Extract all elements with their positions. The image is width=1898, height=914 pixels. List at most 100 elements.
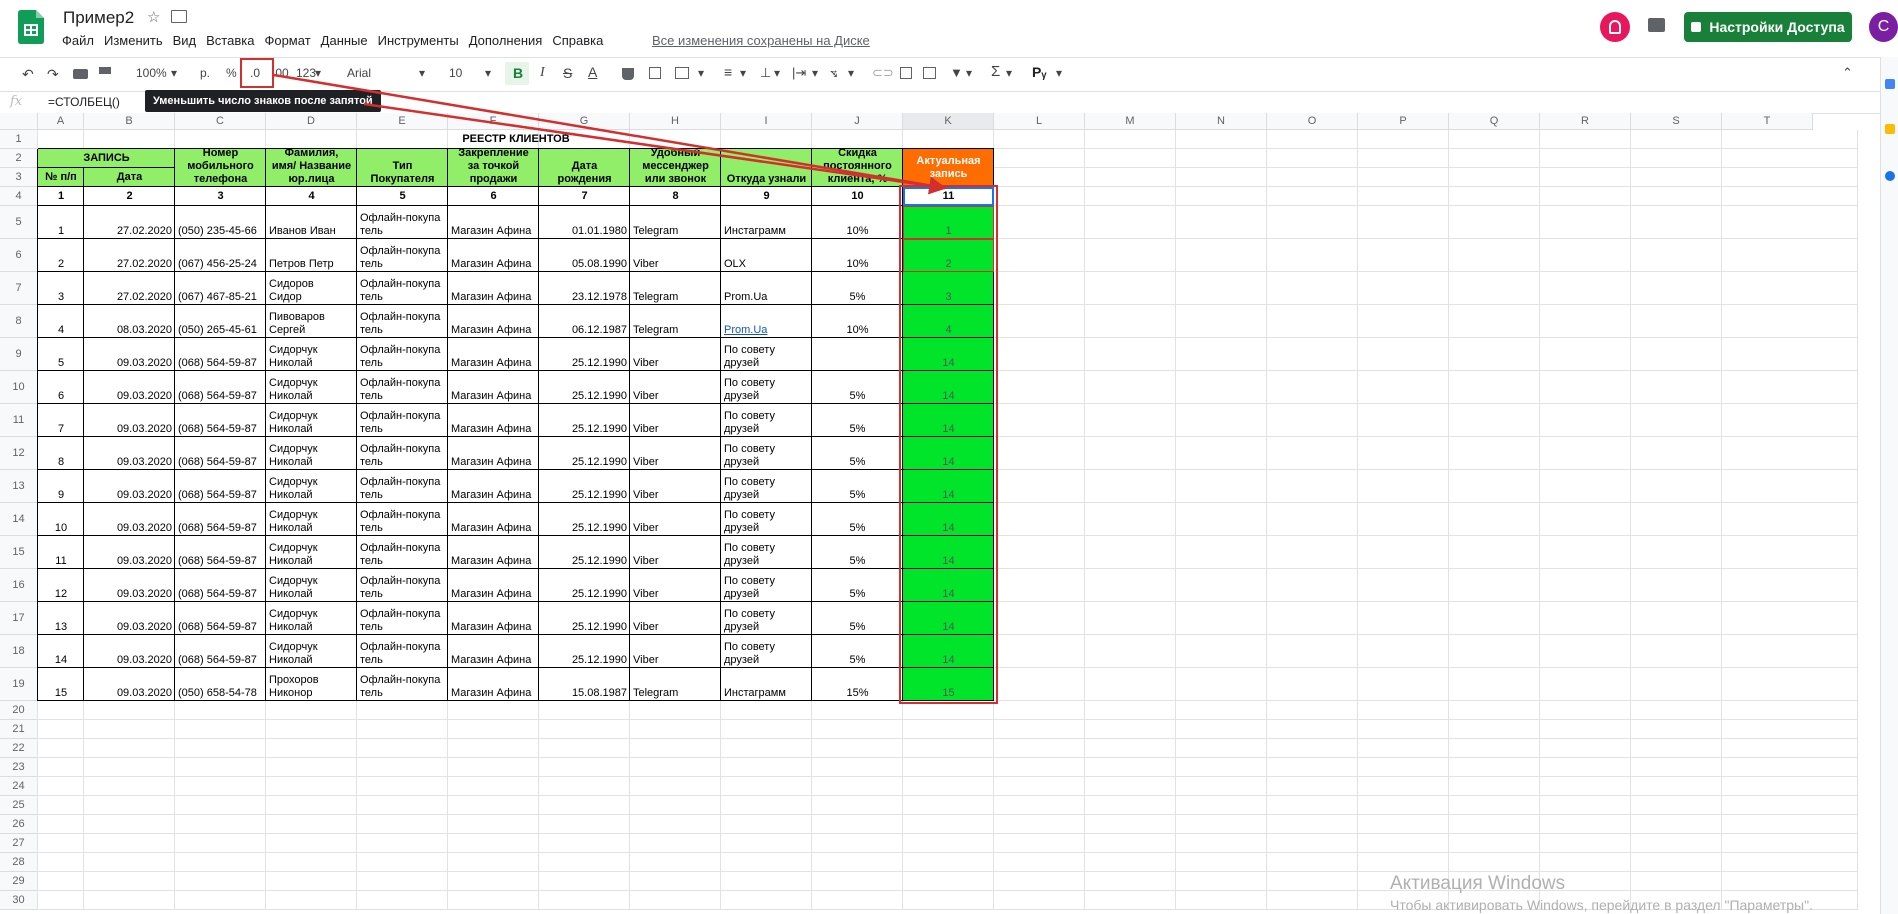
row-header-18[interactable]: 18 bbox=[0, 635, 38, 668]
cell-store[interactable]: Магазин Афина bbox=[448, 470, 539, 503]
cell-type[interactable]: Офлайн-покупа тель bbox=[357, 503, 448, 536]
column-header-i[interactable]: I bbox=[721, 113, 812, 130]
cell-messenger[interactable]: Viber bbox=[630, 602, 721, 635]
column-header-m[interactable]: M bbox=[1085, 113, 1176, 130]
row-header-21[interactable]: 21 bbox=[0, 720, 38, 739]
cell-date[interactable]: 09.03.2020 bbox=[84, 569, 175, 602]
cell-num[interactable]: 3 bbox=[38, 272, 84, 305]
link-icon[interactable]: ⊂⊃ bbox=[872, 65, 894, 81]
cell-phone[interactable]: (050) 235-45-66 bbox=[175, 206, 266, 239]
cell-discount[interactable]: 5% bbox=[812, 503, 903, 536]
row-header-3[interactable]: 3 bbox=[0, 168, 38, 187]
cell-type[interactable]: Офлайн-покупа тель bbox=[357, 536, 448, 569]
column-header-h[interactable]: H bbox=[630, 113, 721, 130]
menu-data[interactable]: Данные bbox=[321, 33, 368, 48]
text-rotate-icon[interactable]: ⦪ bbox=[830, 65, 837, 81]
row-header-17[interactable]: 17 bbox=[0, 602, 38, 635]
row-header-23[interactable]: 23 bbox=[0, 758, 38, 777]
cell-source[interactable]: По совету друзей bbox=[721, 635, 812, 668]
redo-icon[interactable]: ↷ bbox=[47, 66, 59, 83]
header-birth[interactable]: Дата рождения bbox=[539, 149, 630, 187]
cell-store[interactable]: Магазин Афина bbox=[448, 536, 539, 569]
cell-num[interactable]: 6 bbox=[38, 371, 84, 404]
cell-name[interactable]: Сидоров Сидор bbox=[266, 272, 357, 305]
cell-discount[interactable]: 5% bbox=[812, 437, 903, 470]
column-header-b[interactable]: B bbox=[84, 113, 175, 130]
row-header-30[interactable]: 30 bbox=[0, 891, 38, 910]
cell-name[interactable]: Сидорчук Николай bbox=[266, 536, 357, 569]
column-number[interactable]: 5 bbox=[357, 187, 448, 206]
cell-messenger[interactable]: Viber bbox=[630, 371, 721, 404]
column-header-c[interactable]: C bbox=[175, 113, 266, 130]
keep-icon[interactable] bbox=[1885, 124, 1895, 134]
cell-birth[interactable]: 25.12.1990 bbox=[539, 338, 630, 371]
functions-icon[interactable]: Σ bbox=[991, 63, 1000, 80]
header-phone[interactable]: Номер мобильного телефона bbox=[175, 149, 266, 187]
cell-date[interactable]: 09.03.2020 bbox=[84, 536, 175, 569]
cell-type[interactable]: Офлайн-покупа тель bbox=[357, 635, 448, 668]
header-record[interactable]: ЗАПИСЬ bbox=[38, 149, 175, 168]
cell-type[interactable]: Офлайн-покупа тель bbox=[357, 239, 448, 272]
cell-phone[interactable]: (068) 564-59-87 bbox=[175, 371, 266, 404]
cell-discount[interactable]: 10% bbox=[812, 239, 903, 272]
cell-discount[interactable]: 15% bbox=[812, 668, 903, 701]
cell-source[interactable]: По совету друзей bbox=[721, 404, 812, 437]
cell-type[interactable]: Офлайн-покупа тель bbox=[357, 404, 448, 437]
filter-icon[interactable]: ▼ bbox=[950, 65, 963, 80]
cell-date[interactable]: 27.02.2020 bbox=[84, 206, 175, 239]
menu-edit[interactable]: Изменить bbox=[104, 33, 163, 48]
cell-store[interactable]: Магазин Афина bbox=[448, 503, 539, 536]
cell-num[interactable]: 12 bbox=[38, 569, 84, 602]
column-header-l[interactable]: L bbox=[994, 113, 1085, 130]
column-number[interactable]: 1 bbox=[38, 187, 84, 206]
column-header-s[interactable]: S bbox=[1631, 113, 1722, 130]
cell-messenger[interactable]: Telegram bbox=[630, 206, 721, 239]
cell-discount[interactable]: 10% bbox=[812, 206, 903, 239]
cell-num[interactable]: 11 bbox=[38, 536, 84, 569]
cell-phone[interactable]: (068) 564-59-87 bbox=[175, 470, 266, 503]
menu-file[interactable]: Файл bbox=[62, 33, 94, 48]
cell-source[interactable]: По совету друзей bbox=[721, 602, 812, 635]
cell-messenger[interactable]: Telegram bbox=[630, 272, 721, 305]
column-number[interactable]: 10 bbox=[812, 187, 903, 206]
cell-source[interactable]: По совету друзей bbox=[721, 371, 812, 404]
cell-num[interactable]: 1 bbox=[38, 206, 84, 239]
header-source[interactable]: Откуда узнали bbox=[721, 149, 812, 187]
cell-discount[interactable]: 5% bbox=[812, 635, 903, 668]
cell-phone[interactable]: (050) 265-45-61 bbox=[175, 305, 266, 338]
grid-corner[interactable] bbox=[0, 113, 38, 130]
align-vertical-icon[interactable]: ⊥ bbox=[760, 65, 771, 81]
cell-messenger[interactable]: Viber bbox=[630, 404, 721, 437]
sheets-logo-icon[interactable] bbox=[18, 10, 44, 44]
move-folder-icon[interactable] bbox=[171, 10, 187, 23]
column-number[interactable]: 8 bbox=[630, 187, 721, 206]
insert-comment-icon[interactable] bbox=[900, 67, 912, 79]
cell-date[interactable]: 09.03.2020 bbox=[84, 503, 175, 536]
header-store[interactable]: Закрепление за точкой продажи bbox=[448, 149, 539, 187]
cell-name[interactable]: Пивоваров Сергей bbox=[266, 305, 357, 338]
column-number[interactable]: 7 bbox=[539, 187, 630, 206]
cell-phone[interactable]: (068) 564-59-87 bbox=[175, 437, 266, 470]
row-header-26[interactable]: 26 bbox=[0, 815, 38, 834]
cell-store[interactable]: Магазин Афина bbox=[448, 206, 539, 239]
cell-date[interactable]: 27.02.2020 bbox=[84, 239, 175, 272]
cell-type[interactable]: Офлайн-покупа тель bbox=[357, 602, 448, 635]
cell-num[interactable]: 15 bbox=[38, 668, 84, 701]
cell-phone[interactable]: (068) 564-59-87 bbox=[175, 602, 266, 635]
column-number[interactable]: 6 bbox=[448, 187, 539, 206]
cell-date[interactable]: 09.03.2020 bbox=[84, 371, 175, 404]
row-header-5[interactable]: 5 bbox=[0, 206, 38, 239]
save-status-link[interactable]: Все изменения сохранены на Диске bbox=[652, 33, 870, 48]
column-header-f[interactable]: F bbox=[448, 113, 539, 130]
cell-num[interactable]: 2 bbox=[38, 239, 84, 272]
fill-color-icon[interactable] bbox=[622, 68, 634, 80]
increase-decimal-button[interactable]: .00 bbox=[272, 66, 289, 80]
cell-phone[interactable]: (067) 467-85-21 bbox=[175, 272, 266, 305]
row-header-1[interactable]: 1 bbox=[0, 130, 38, 149]
row-header-8[interactable]: 8 bbox=[0, 305, 38, 338]
zoom-select[interactable]: 100% bbox=[136, 66, 167, 80]
cell-name[interactable]: Сидорчук Николай bbox=[266, 503, 357, 536]
header-type[interactable]: Тип Покупателя bbox=[357, 149, 448, 187]
cell-discount[interactable]: 5% bbox=[812, 569, 903, 602]
column-number[interactable]: 4 bbox=[266, 187, 357, 206]
